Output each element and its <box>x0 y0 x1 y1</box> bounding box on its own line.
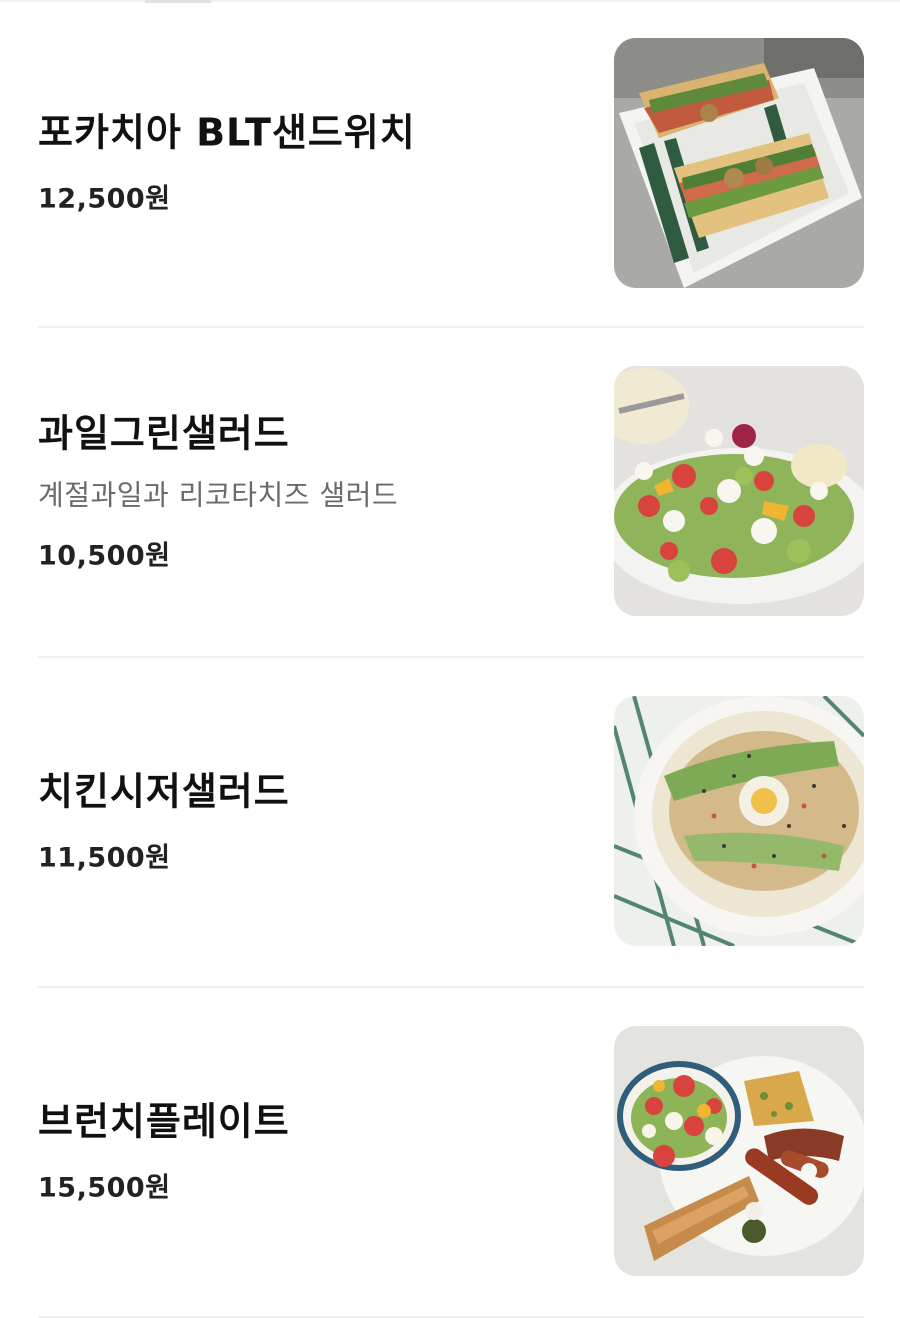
menu-item-description: 계절과일과 리코타치즈 샐러드 <box>38 478 399 512</box>
menu-item-name: 치킨시저샐러드 <box>38 769 290 814</box>
caesar-salad-photo[interactable] <box>614 696 864 946</box>
fruit-salad-image <box>614 366 864 616</box>
menu-item-price: 12,500원 <box>38 183 171 215</box>
menu-item-price: 15,500원 <box>38 1172 171 1204</box>
menu-item[interactable]: 치킨시저샐러드 11,500원 <box>38 658 864 988</box>
menu-item-name: 과일그린샐러드 <box>38 411 290 456</box>
sandwich-photo[interactable] <box>614 38 864 288</box>
brunch-plate-photo[interactable] <box>614 1026 864 1276</box>
menu-item-text: 브런치플레이트 15,500원 <box>38 1100 558 1205</box>
menu-item[interactable]: 과일그린샐러드 계절과일과 리코타치즈 샐러드 10,500원 <box>38 328 864 658</box>
menu-item-price: 11,500원 <box>38 842 171 874</box>
menu-item-price: 10,500원 <box>38 540 171 572</box>
menu-item-text: 포카치아 BLT샌드위치 12,500원 <box>38 111 558 216</box>
fruit-salad-photo[interactable] <box>614 366 864 616</box>
caesar-salad-image <box>614 696 864 946</box>
menu-item[interactable]: 브런치플레이트 15,500원 <box>38 988 864 1318</box>
menu-item-text: 과일그린샐러드 계절과일과 리코타치즈 샐러드 10,500원 <box>38 412 558 573</box>
menu-item-name: 포카치아 BLT샌드위치 <box>38 110 416 155</box>
menu-item-name: 브런치플레이트 <box>38 1099 290 1144</box>
brunch-plate-image <box>614 1026 864 1276</box>
sandwich-image <box>614 38 864 288</box>
menu-list: 포카치아 BLT샌드위치 12,500원 과일그린샐러드 계절과일과 리코타치즈… <box>38 0 864 1318</box>
menu-item-text: 치킨시저샐러드 11,500원 <box>38 770 558 875</box>
menu-item[interactable]: 포카치아 BLT샌드위치 12,500원 <box>38 0 864 328</box>
